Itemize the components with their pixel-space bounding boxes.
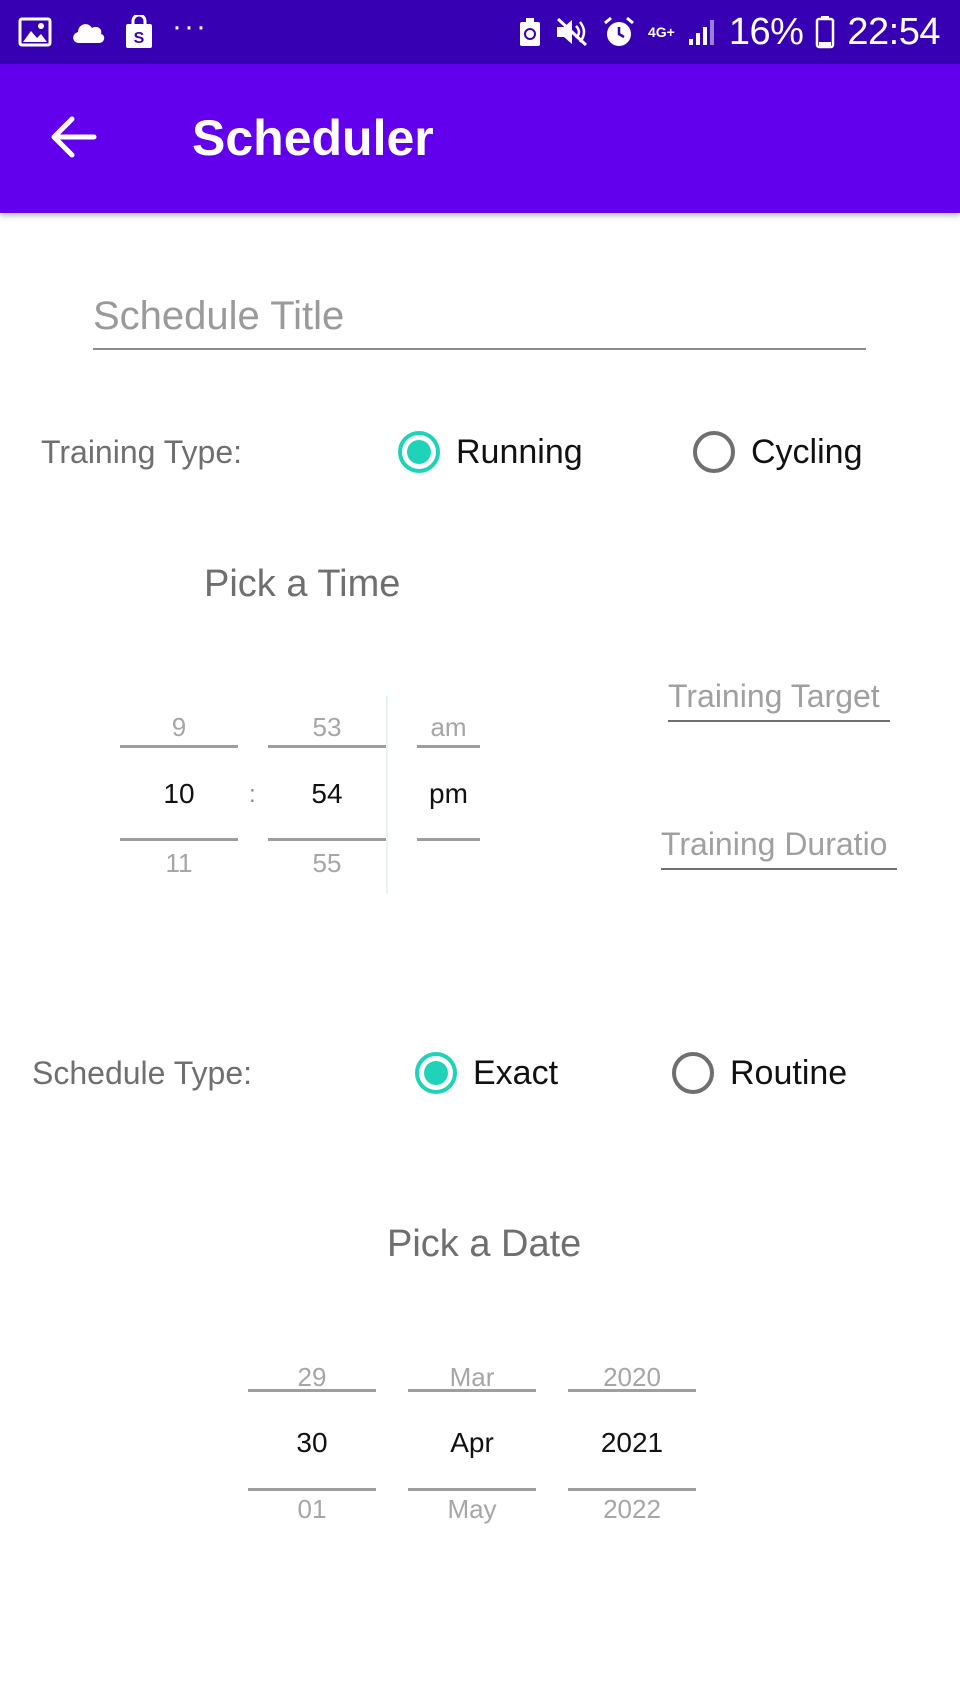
minute-next[interactable]: 55 xyxy=(268,848,386,879)
network-type: 4G+ xyxy=(648,25,675,39)
clock: 22:54 xyxy=(847,10,940,53)
time-picker-divider xyxy=(386,696,388,894)
year-current[interactable]: 2021 xyxy=(568,1427,696,1459)
pick-date-title: Pick a Date xyxy=(387,1223,582,1265)
schedule-type-label: Schedule Type: xyxy=(32,1055,253,1091)
radio-selected-indicator xyxy=(398,431,440,473)
back-button[interactable] xyxy=(44,109,104,169)
radio-cycling-label: Cycling xyxy=(751,433,863,471)
status-bar-right: 4G+ 16% 22:54 xyxy=(518,10,940,54)
arrow-back-icon xyxy=(50,115,98,164)
day-next[interactable]: 01 xyxy=(248,1494,376,1525)
radio-routine-label: Routine xyxy=(730,1054,848,1092)
hour-spinner[interactable]: 9 10 11 xyxy=(120,700,238,880)
cloud-icon xyxy=(70,19,106,45)
month-current[interactable]: Apr xyxy=(408,1427,536,1459)
page-title: Scheduler xyxy=(192,110,434,166)
mute-icon xyxy=(554,16,590,48)
training-type-label: Training Type: xyxy=(41,434,242,470)
schedule-title-input[interactable] xyxy=(93,284,866,350)
ampm-current[interactable]: pm xyxy=(417,778,480,810)
radio-exact-label: Exact xyxy=(473,1054,559,1092)
svg-text:S: S xyxy=(134,30,145,47)
hour-prev[interactable]: 9 xyxy=(120,712,238,743)
month-spinner[interactable]: Mar Apr May xyxy=(408,1350,536,1530)
radio-unselected-indicator xyxy=(672,1052,714,1094)
month-next[interactable]: May xyxy=(408,1494,536,1525)
network-type-label: 4G+ xyxy=(647,24,675,40)
radio-selected-indicator xyxy=(415,1052,457,1094)
radio-running[interactable]: Running xyxy=(398,431,583,473)
minute-prev[interactable]: 53 xyxy=(268,712,386,743)
minute-spinner[interactable]: 53 54 55 xyxy=(268,700,386,880)
training-duration-input[interactable] xyxy=(661,820,897,870)
shopping-bag-icon: S xyxy=(124,15,154,49)
pick-time-title: Pick a Time xyxy=(204,563,401,605)
hour-next[interactable]: 11 xyxy=(120,848,238,879)
alarm-icon xyxy=(602,15,636,49)
time-separator: : xyxy=(249,781,256,808)
battery-percentage: 16% xyxy=(728,10,804,53)
ampm-prev[interactable]: am xyxy=(417,712,480,743)
radio-running-label: Running xyxy=(456,433,583,471)
status-bar-left: S ··· xyxy=(18,12,208,52)
signal-icon xyxy=(687,17,717,47)
status-bar: S ··· 4G+ 16% 22:54 xyxy=(0,0,960,64)
radio-routine[interactable]: Routine xyxy=(672,1052,847,1094)
year-next[interactable]: 2022 xyxy=(568,1494,696,1525)
radio-exact[interactable]: Exact xyxy=(415,1052,558,1094)
radio-unselected-indicator xyxy=(693,431,735,473)
radio-cycling[interactable]: Cycling xyxy=(693,431,862,473)
training-target-input[interactable] xyxy=(668,672,890,722)
ampm-spinner[interactable]: am pm xyxy=(417,700,480,880)
day-spinner[interactable]: 29 30 01 xyxy=(248,1350,376,1530)
minute-current[interactable]: 54 xyxy=(268,778,386,810)
recycle-icon xyxy=(518,16,542,48)
year-spinner[interactable]: 2020 2021 2022 xyxy=(568,1350,696,1530)
more-notifications-dots: ··· xyxy=(172,10,208,43)
gallery-icon xyxy=(18,17,52,47)
app-bar: Scheduler xyxy=(0,64,960,213)
hour-current[interactable]: 10 xyxy=(120,778,238,810)
battery-icon xyxy=(815,15,835,49)
day-current[interactable]: 30 xyxy=(248,1427,376,1459)
